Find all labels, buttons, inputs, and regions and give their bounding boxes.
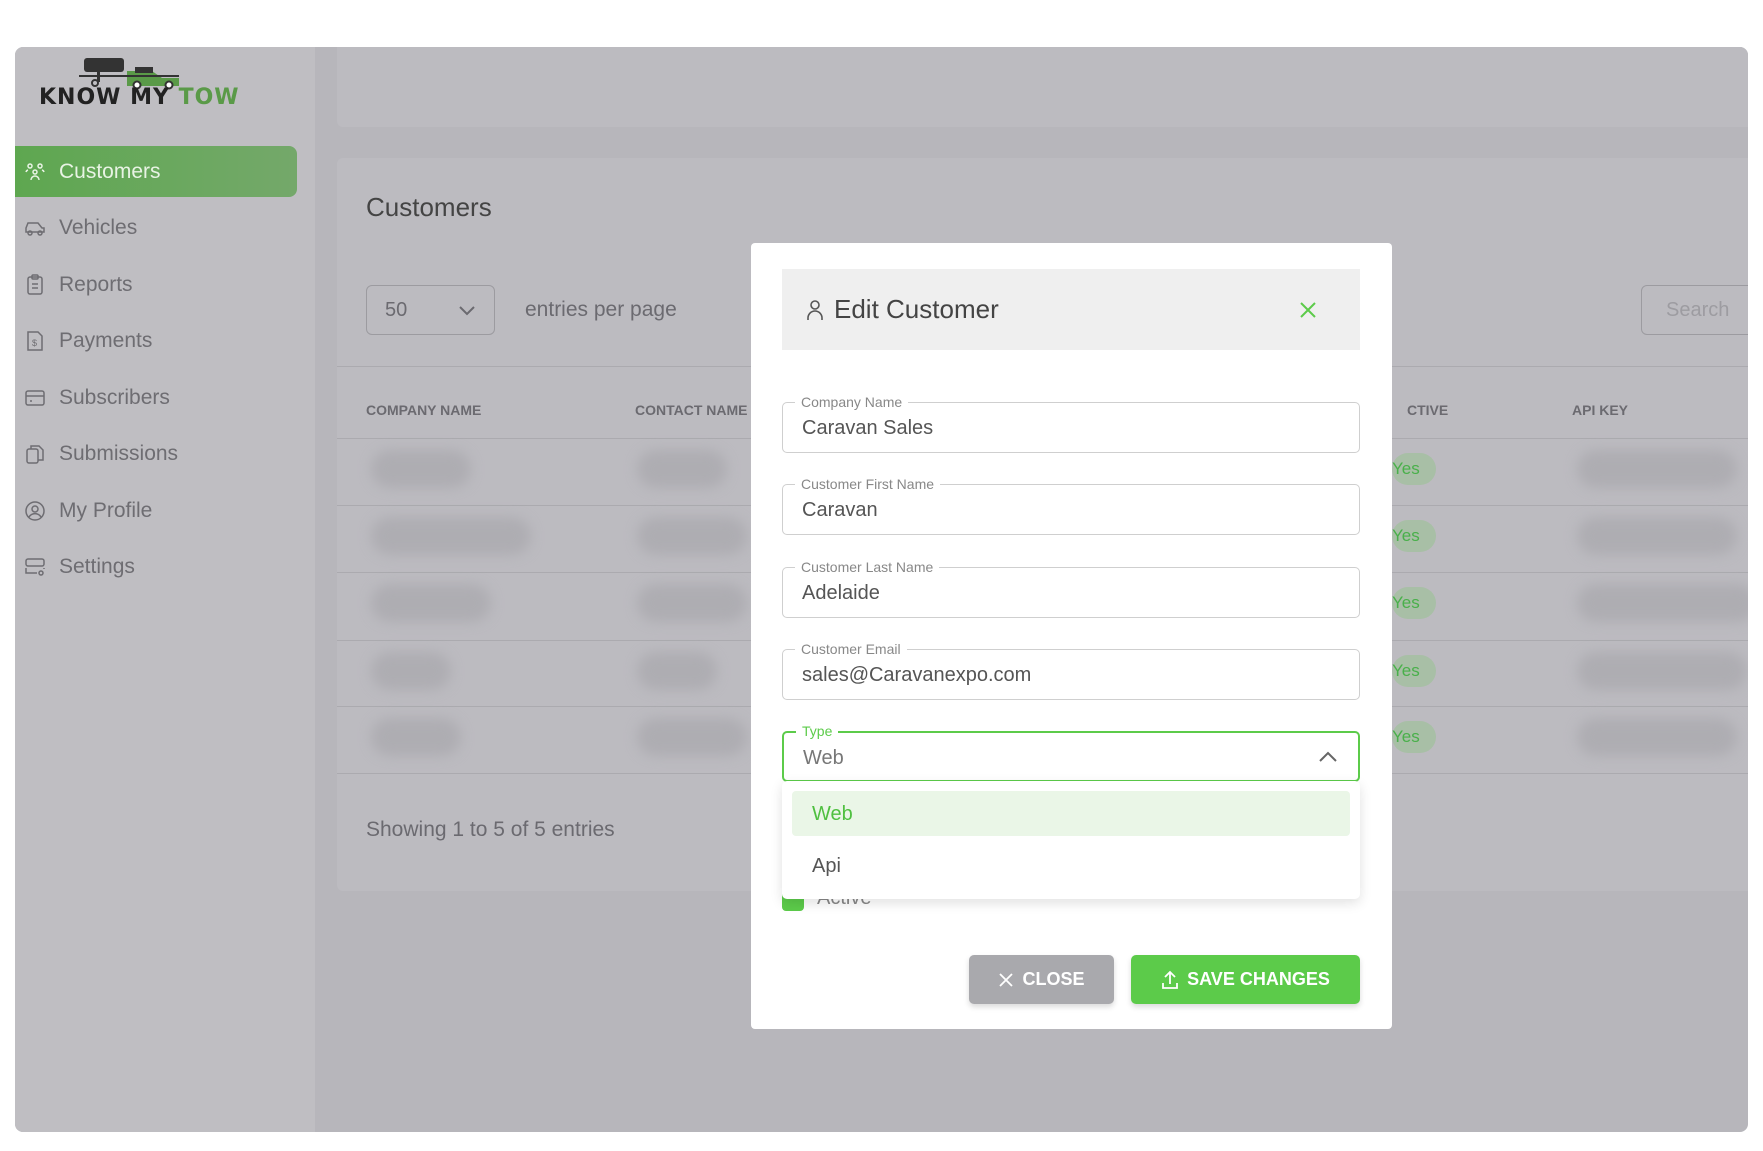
sidebar-nav: Customers Vehicles Reports $ Payments Sub… <box>15 146 297 598</box>
sidebar-item-label: Submissions <box>59 442 179 465</box>
sidebar-item-label: Vehicles <box>59 216 138 239</box>
card-icon <box>25 389 45 406</box>
upload-icon <box>1162 970 1179 989</box>
status-badge: Yes <box>1392 721 1436 753</box>
status-badge: Yes <box>1392 453 1436 485</box>
sidebar-item-label: My Profile <box>59 498 153 522</box>
save-changes-button[interactable]: SAVE CHANGES <box>1131 955 1360 1004</box>
sidebar-item-label: Reports <box>59 272 133 296</box>
col-contact-name[interactable]: CONTACT NAME <box>635 402 748 418</box>
chevron-down-icon <box>459 306 475 316</box>
pagination-info: Showing 1 to 5 of 5 entries <box>366 818 615 841</box>
server-gear-icon <box>25 558 45 576</box>
type-dropdown: Web Api <box>782 781 1360 899</box>
entries-select[interactable]: 50 <box>366 285 495 335</box>
col-api-key[interactable]: API KEY <box>1572 402 1628 418</box>
sidebar-item-payments[interactable]: $ Payments <box>15 316 297 367</box>
edit-customer-modal: Edit Customer Company Name Caravan Sales … <box>751 243 1392 1029</box>
invoice-dollar-icon: $ <box>27 331 43 351</box>
col-company-name[interactable]: COMPANY NAME <box>366 402 481 418</box>
user-circle-icon <box>25 500 45 521</box>
user-icon <box>807 299 823 320</box>
first-name-field[interactable]: Customer First Name Caravan <box>782 476 1360 535</box>
status-badge: Yes <box>1392 520 1436 552</box>
sidebar-item-my-profile[interactable]: My Profile <box>15 485 297 536</box>
sidebar-item-vehicles[interactable]: Vehicles <box>15 203 297 254</box>
chevron-up-icon <box>1319 751 1337 762</box>
sidebar-item-label: Subscribers <box>59 385 170 409</box>
modal-header: Edit Customer <box>782 269 1360 350</box>
close-icon[interactable] <box>1296 298 1320 322</box>
email-field[interactable]: Customer Email sales@Caravanexpo.com <box>782 641 1360 700</box>
sidebar-item-customers[interactable]: Customers <box>15 146 297 197</box>
last-name-field[interactable]: Customer Last Name Adelaide <box>782 559 1360 618</box>
svg-text:$: $ <box>32 338 37 348</box>
sidebar-item-submissions[interactable]: Submissions <box>15 429 297 480</box>
close-button[interactable]: CLOSE <box>969 955 1114 1004</box>
option-web[interactable]: Web <box>792 791 1350 836</box>
status-badge: Yes <box>1392 587 1436 619</box>
clipboard-icon <box>27 273 43 295</box>
search-input[interactable]: Search <box>1641 285 1748 335</box>
users-icon <box>25 162 45 180</box>
sidebar: KNOW MY TOW Customers Vehicles Reports $… <box>15 47 315 1132</box>
entries-label: entries per page <box>525 298 677 321</box>
sidebar-item-label: Customers <box>59 159 161 183</box>
close-icon <box>999 972 1014 987</box>
col-active[interactable]: CTIVE <box>1407 402 1448 418</box>
modal-title: Edit Customer <box>834 294 999 324</box>
sidebar-item-label: Payments <box>59 329 153 352</box>
sidebar-item-subscribers[interactable]: Subscribers <box>15 372 297 423</box>
sidebar-item-settings[interactable]: Settings <box>15 542 297 593</box>
copy-icon <box>26 445 44 464</box>
company-name-field[interactable]: Company Name Caravan Sales <box>782 394 1360 453</box>
page-title: Customers <box>366 192 492 222</box>
top-header <box>337 47 1748 127</box>
option-api[interactable]: Api <box>792 843 1350 888</box>
sidebar-item-label: Settings <box>59 555 135 578</box>
status-badge: Yes <box>1392 655 1436 687</box>
sidebar-item-reports[interactable]: Reports <box>15 259 297 310</box>
type-select[interactable]: Type Web <box>782 723 1360 782</box>
logo-text: KNOW MY TOW <box>39 85 240 110</box>
car-icon <box>25 222 45 236</box>
